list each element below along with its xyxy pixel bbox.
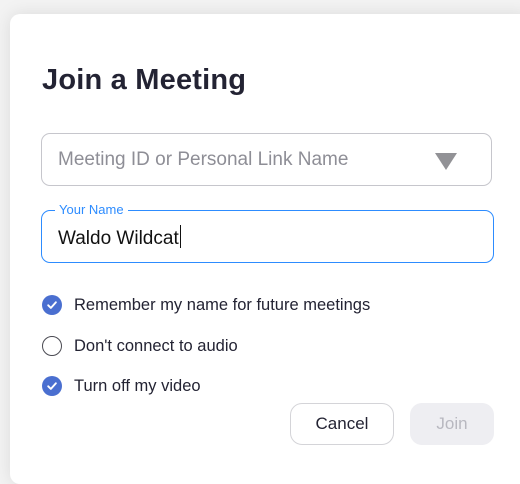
turn-off-video-label: Turn off my video xyxy=(74,376,201,395)
checkmark-icon xyxy=(47,301,57,309)
dont-connect-audio-label: Don't connect to audio xyxy=(74,336,238,355)
join-button[interactable]: Join xyxy=(410,403,494,445)
your-name-label: Your Name xyxy=(55,202,128,218)
meeting-id-input[interactable]: Meeting ID or Personal Link Name xyxy=(41,133,492,186)
checkmark-icon xyxy=(47,382,57,390)
dont-connect-audio-option[interactable]: Don't connect to audio xyxy=(42,334,238,358)
remember-name-label: Remember my name for future meetings xyxy=(74,295,371,314)
your-name-value: Waldo Wildcat xyxy=(58,225,182,250)
turn-off-video-option[interactable]: Turn off my video xyxy=(42,374,201,398)
turn-off-video-checkbox[interactable] xyxy=(42,376,62,396)
meeting-id-placeholder: Meeting ID or Personal Link Name xyxy=(58,149,349,170)
remember-name-checkbox[interactable] xyxy=(42,295,62,315)
text-caret xyxy=(179,225,182,248)
dropdown-triangle-icon[interactable] xyxy=(435,153,457,170)
dialog-title: Join a Meeting xyxy=(42,64,247,96)
remember-name-option[interactable]: Remember my name for future meetings xyxy=(42,293,370,317)
your-name-input[interactable]: Your Name Waldo Wildcat xyxy=(41,202,494,263)
cancel-button[interactable]: Cancel xyxy=(290,403,394,445)
dont-connect-audio-checkbox[interactable] xyxy=(42,336,62,356)
